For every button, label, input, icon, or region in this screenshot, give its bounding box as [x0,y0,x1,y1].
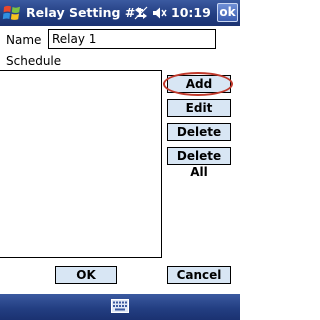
name-input[interactable] [48,29,216,49]
connectivity-icon[interactable] [133,5,149,21]
delete-button[interactable]: Delete [167,123,231,141]
schedule-label: Schedule [6,54,62,68]
name-label: Name [6,33,42,47]
cancel-button[interactable]: Cancel [167,266,231,284]
window-title: Relay Setting #1 [26,5,145,20]
windows-start-icon[interactable] [2,3,22,23]
delete-all-button[interactable]: Delete All [167,147,231,179]
title-ok-button[interactable]: ok [217,3,238,22]
volume-icon[interactable] [151,5,167,21]
input-panel-bar [0,294,240,320]
edit-button[interactable]: Edit [167,99,231,117]
title-bar: Relay Setting #1 10:19 ok [0,0,240,26]
ok-button[interactable]: OK [55,266,117,284]
schedule-list[interactable] [0,70,162,258]
keyboard-icon[interactable] [111,299,129,313]
clock[interactable]: 10:19 [171,0,211,26]
add-highlight-ellipse [163,72,233,96]
